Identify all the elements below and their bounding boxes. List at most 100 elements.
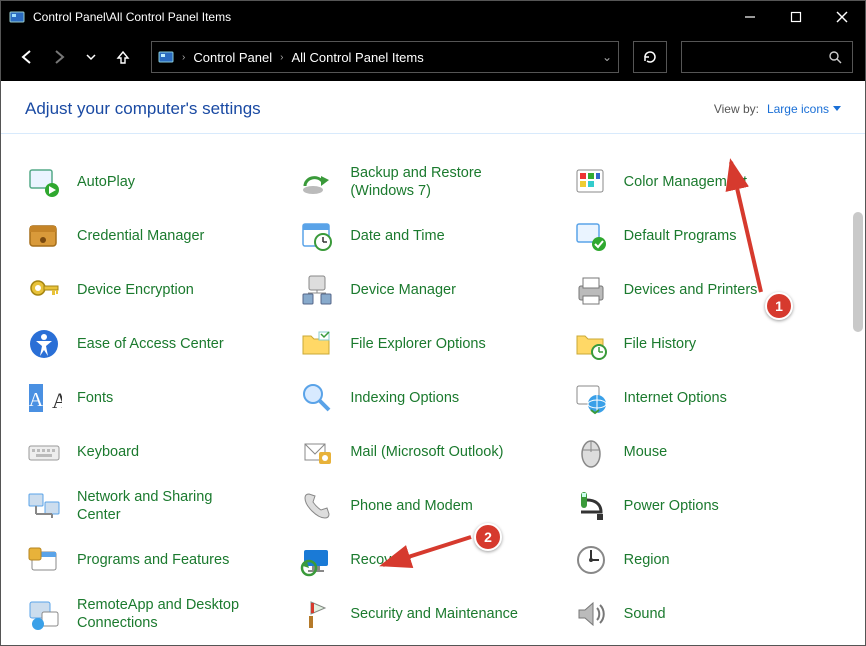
content-area: Adjust your computer's settings View by:… <box>1 81 865 645</box>
window-title: Control Panel\All Control Panel Items <box>33 10 727 24</box>
item-label: Mail (Microsoft Outlook) <box>350 443 503 461</box>
annotation-badge-2: 2 <box>474 523 502 551</box>
item-label: Phone and Modem <box>350 497 473 515</box>
control-panel-icon <box>158 49 176 65</box>
clock-icon <box>298 217 336 255</box>
up-button[interactable] <box>109 43 137 71</box>
control-panel-item[interactable]: Backup and Restore (Windows 7) <box>298 162 567 202</box>
printer-icon <box>572 271 610 309</box>
control-panel-item[interactable]: File History <box>572 324 841 364</box>
internet-icon <box>572 379 610 417</box>
control-panel-item[interactable]: Security and Maintenance <box>298 594 567 634</box>
control-panel-item[interactable]: Region <box>572 540 841 580</box>
encryption-icon <box>25 271 63 309</box>
programs-icon <box>25 541 63 579</box>
filehist-icon <box>572 325 610 363</box>
item-label: Internet Options <box>624 389 727 407</box>
view-by-value: Large icons <box>767 102 829 116</box>
app-icon <box>1 9 33 25</box>
caret-down-icon <box>833 105 841 113</box>
chevron-down-icon[interactable]: ⌄ <box>602 50 612 64</box>
control-panel-item[interactable]: Device Encryption <box>25 270 294 310</box>
titlebar: Control Panel\All Control Panel Items <box>1 1 865 33</box>
control-panel-item[interactable]: Color Management <box>572 162 841 202</box>
item-label: File Explorer Options <box>350 335 485 353</box>
ease-icon <box>25 325 63 363</box>
item-label: AutoPlay <box>77 173 135 191</box>
phone-icon <box>298 487 336 525</box>
control-panel-item[interactable]: Phone and Modem <box>298 486 567 526</box>
fonts-icon: AA <box>25 379 63 417</box>
page-title: Adjust your computer's settings <box>25 99 261 119</box>
devicemgr-icon <box>298 271 336 309</box>
svg-text:A: A <box>52 388 62 413</box>
svg-text:A: A <box>29 389 44 411</box>
color-icon <box>572 163 610 201</box>
item-label: Region <box>624 551 670 569</box>
view-by-label: View by: <box>714 102 759 116</box>
breadcrumb-current[interactable]: All Control Panel Items <box>289 50 425 65</box>
minimize-button[interactable] <box>727 1 773 33</box>
item-label: File History <box>624 335 697 353</box>
item-label: Recovery <box>350 551 411 569</box>
item-label: Devices and Printers <box>624 281 758 299</box>
control-panel-item[interactable]: AutoPlay <box>25 162 294 202</box>
security-icon <box>298 595 336 633</box>
keyboard-icon <box>25 433 63 471</box>
search-icon <box>828 50 842 64</box>
control-panel-item[interactable]: Mouse <box>572 432 841 472</box>
search-input[interactable] <box>681 41 853 73</box>
control-panel-item[interactable]: Programs and Features <box>25 540 294 580</box>
item-label: Color Management <box>624 173 747 191</box>
control-panel-item[interactable]: AAFonts <box>25 378 294 418</box>
mouse-icon <box>572 433 610 471</box>
item-label: Default Programs <box>624 227 737 245</box>
control-panel-item[interactable]: Devices and Printers <box>572 270 841 310</box>
item-label: Sound <box>624 605 666 623</box>
control-panel-item[interactable]: Internet Options <box>572 378 841 418</box>
item-label: RemoteApp and Desktop Connections <box>77 596 247 632</box>
item-label: Device Encryption <box>77 281 194 299</box>
back-button[interactable] <box>13 43 41 71</box>
item-label: Ease of Access Center <box>77 335 224 353</box>
item-label: Keyboard <box>77 443 139 461</box>
control-panel-item[interactable]: Mail (Microsoft Outlook) <box>298 432 567 472</box>
control-panel-item[interactable]: File Explorer Options <box>298 324 567 364</box>
maximize-button[interactable] <box>773 1 819 33</box>
network-icon <box>25 487 63 525</box>
close-button[interactable] <box>819 1 865 33</box>
control-panel-item[interactable]: Date and Time <box>298 216 567 256</box>
recent-dropdown[interactable] <box>77 43 105 71</box>
control-panel-item[interactable]: Device Manager <box>298 270 567 310</box>
control-panel-item[interactable]: Ease of Access Center <box>25 324 294 364</box>
breadcrumb-root[interactable]: Control Panel <box>191 50 274 65</box>
address-bar[interactable]: › Control Panel › All Control Panel Item… <box>151 41 619 73</box>
control-panel-item[interactable]: RemoteApp and Desktop Connections <box>25 594 294 634</box>
refresh-button[interactable] <box>633 41 667 73</box>
view-by-dropdown[interactable]: Large icons <box>767 102 841 116</box>
item-label: Mouse <box>624 443 668 461</box>
control-panel-item[interactable]: Keyboard <box>25 432 294 472</box>
control-panel-item[interactable]: Recovery <box>298 540 567 580</box>
item-label: Indexing Options <box>350 389 459 407</box>
backup-icon <box>298 163 336 201</box>
divider <box>1 133 865 134</box>
mail-icon <box>298 433 336 471</box>
item-label: Programs and Features <box>77 551 229 569</box>
item-label: Backup and Restore (Windows 7) <box>350 164 520 200</box>
control-panel-item[interactable]: Indexing Options <box>298 378 567 418</box>
control-panel-item[interactable]: Network and Sharing Center <box>25 486 294 526</box>
control-panel-item[interactable]: Default Programs <box>572 216 841 256</box>
scrollbar[interactable] <box>853 212 863 332</box>
control-panel-item[interactable]: Sound <box>572 594 841 634</box>
item-label: Credential Manager <box>77 227 204 245</box>
items-grid: AutoPlay Backup and Restore (Windows 7) Co… <box>1 142 865 642</box>
credential-icon <box>25 217 63 255</box>
autoplay-icon <box>25 163 63 201</box>
power-icon <box>572 487 610 525</box>
control-panel-item[interactable]: Credential Manager <box>25 216 294 256</box>
control-panel-item[interactable]: Power Options <box>572 486 841 526</box>
forward-button[interactable] <box>45 43 73 71</box>
recovery-icon <box>298 541 336 579</box>
item-label: Date and Time <box>350 227 444 245</box>
